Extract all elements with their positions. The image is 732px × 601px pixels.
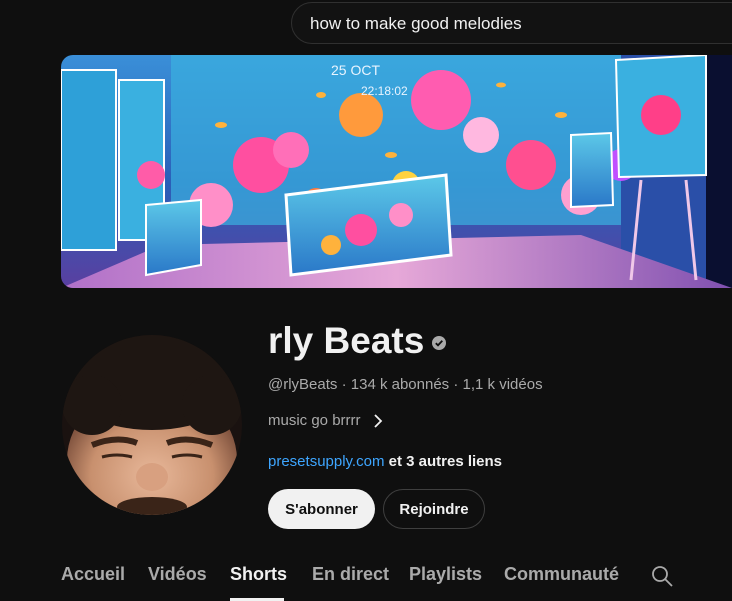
chevron-right-icon (373, 413, 382, 428)
tab-live[interactable]: En direct (312, 564, 389, 585)
tab-playlists[interactable]: Playlists (409, 564, 482, 585)
tab-shorts[interactable]: Shorts (230, 564, 287, 585)
channel-tabs: Accueil Vidéos Shorts En direct Playlist… (0, 556, 732, 601)
tab-community[interactable]: Communauté (504, 564, 619, 585)
channel-avatar[interactable] (62, 335, 242, 515)
tab-home[interactable]: Accueil (61, 564, 125, 585)
search-icon[interactable] (650, 564, 674, 588)
banner-artwork: 25 OCT 22:18:02 (61, 55, 732, 288)
channel-banner: 25 OCT 22:18:02 (61, 55, 732, 288)
subscriber-count: 134 k abonnés (350, 376, 450, 393)
external-link[interactable]: presetsupply.com (268, 453, 384, 470)
channel-page: how to make good melodies 25 OCT 22:18:0… (0, 0, 732, 601)
verified-check-icon (432, 336, 447, 350)
more-links[interactable]: et 3 autres liens (384, 453, 502, 470)
banner-time: 22:18:02 (361, 84, 408, 98)
meta-separator: · (337, 376, 351, 393)
channel-description[interactable]: music go brrrr (268, 412, 383, 429)
search-input[interactable]: how to make good melodies (310, 14, 522, 34)
channel-links: presetsupply.com et 3 autres liens (268, 453, 502, 470)
description-text: music go brrrr (268, 412, 361, 429)
avatar-image (62, 335, 242, 515)
subscribe-button[interactable]: S'abonner (268, 489, 375, 529)
channel-handle: @rlyBeats (268, 376, 338, 393)
channel-name: rly Beats (268, 320, 425, 361)
tab-videos[interactable]: Vidéos (148, 564, 207, 585)
meta-separator: · (449, 376, 463, 393)
video-count: 1,1 k vidéos (462, 376, 543, 393)
channel-title: rly Beats (268, 320, 447, 362)
search-bar[interactable]: how to make good melodies (291, 2, 732, 44)
join-button[interactable]: Rejoindre (383, 489, 485, 529)
banner-date: 25 OCT (331, 62, 380, 78)
channel-meta: @rlyBeats · 134 k abonnés · 1,1 k vidéos (268, 376, 543, 393)
